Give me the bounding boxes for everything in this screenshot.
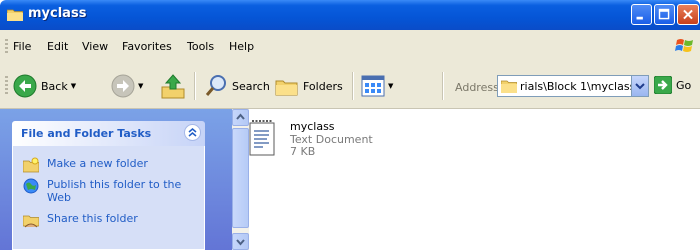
back-arrow-icon xyxy=(13,74,37,98)
forward-button[interactable]: ▼ xyxy=(111,70,143,102)
file-view: myclass Text Document 7 KB xyxy=(249,109,700,250)
address-label: Address xyxy=(455,81,499,94)
task-label: Publish this folder to the Web xyxy=(47,178,182,204)
search-label: Search xyxy=(232,79,270,93)
menu-view[interactable]: View xyxy=(82,40,108,53)
chevron-down-icon xyxy=(635,83,645,90)
task-group-title: File and Folder Tasks xyxy=(21,127,152,140)
collapse-button[interactable] xyxy=(184,124,201,141)
toolbar-separator xyxy=(194,72,195,100)
close-button[interactable] xyxy=(677,4,699,25)
menu-help[interactable]: Help xyxy=(229,40,254,53)
folders-label: Folders xyxy=(303,79,343,93)
toolbar-separator xyxy=(442,72,443,100)
menu-file[interactable]: File xyxy=(13,40,31,53)
up-button[interactable] xyxy=(160,70,186,102)
window-title: myclass xyxy=(28,6,87,21)
task-share-folder[interactable]: Share this folder xyxy=(23,212,138,228)
text-document-icon xyxy=(249,120,275,156)
scroll-thumb[interactable] xyxy=(232,128,249,228)
address-field[interactable]: rials\Block 1\myclass xyxy=(497,75,649,97)
task-group-header[interactable]: File and Folder Tasks xyxy=(12,121,205,146)
forward-dropdown-icon[interactable]: ▼ xyxy=(138,82,143,90)
publish-web-icon xyxy=(23,178,39,194)
toolbar-separator xyxy=(352,72,353,100)
file-name: myclass xyxy=(290,120,335,133)
maximize-button[interactable] xyxy=(654,4,675,25)
task-label: Make a new folder xyxy=(47,157,148,170)
back-button[interactable]: Back ▼ xyxy=(13,70,76,102)
go-label: Go xyxy=(676,78,692,92)
title-bar: myclass xyxy=(0,0,700,30)
vertical-scrollbar[interactable] xyxy=(232,109,249,250)
folder-icon xyxy=(501,80,517,93)
minimize-icon xyxy=(636,16,643,20)
menu-favorites[interactable]: Favorites xyxy=(122,40,172,53)
task-pane: File and Folder Tasks Make a new folder … xyxy=(0,109,232,250)
folders-button[interactable]: Folders xyxy=(275,70,343,102)
task-make-new-folder[interactable]: Make a new folder xyxy=(23,157,148,173)
file-size: 7 KB xyxy=(290,145,316,158)
share-folder-icon xyxy=(23,215,39,228)
task-label: Share this folder xyxy=(47,212,138,225)
menu-grip xyxy=(5,39,8,55)
chevron-up-icon xyxy=(188,128,197,137)
menu-bar: File Edit View Favorites Tools Help xyxy=(0,30,700,65)
toolbar-grip xyxy=(5,76,8,96)
address-dropdown-button[interactable] xyxy=(631,76,648,96)
folder-icon xyxy=(7,9,23,21)
task-publish-folder[interactable]: Publish this folder to the Web xyxy=(23,178,183,204)
folders-icon xyxy=(275,80,298,96)
back-dropdown-icon[interactable]: ▼ xyxy=(71,82,76,90)
address-value[interactable]: rials\Block 1\myclass xyxy=(520,80,635,93)
back-label: Back xyxy=(41,79,68,93)
maximize-icon xyxy=(658,8,670,20)
menu-tools[interactable]: Tools xyxy=(187,40,214,53)
scroll-up-button[interactable] xyxy=(232,109,249,126)
close-icon xyxy=(683,9,693,20)
views-icon xyxy=(361,75,385,97)
chevron-down-icon xyxy=(236,239,245,246)
new-folder-icon xyxy=(23,157,39,173)
menu-edit[interactable]: Edit xyxy=(47,40,68,53)
up-folder-icon xyxy=(161,74,185,99)
search-button[interactable]: Search xyxy=(204,70,270,102)
task-group-body: Make a new folder Publish this folder to… xyxy=(12,146,205,250)
file-item[interactable]: myclass Text Document 7 KB xyxy=(249,117,449,165)
windows-logo-icon xyxy=(675,39,693,52)
views-dropdown-icon[interactable]: ▼ xyxy=(388,82,393,90)
chevron-up-icon xyxy=(236,113,245,120)
go-button[interactable]: Go xyxy=(654,76,691,94)
scroll-down-button[interactable] xyxy=(232,233,249,250)
search-icon xyxy=(205,75,226,96)
minimize-button[interactable] xyxy=(631,4,652,25)
go-arrow-icon xyxy=(654,76,672,94)
views-button[interactable]: ▼ xyxy=(361,70,393,102)
forward-arrow-icon xyxy=(111,74,135,98)
